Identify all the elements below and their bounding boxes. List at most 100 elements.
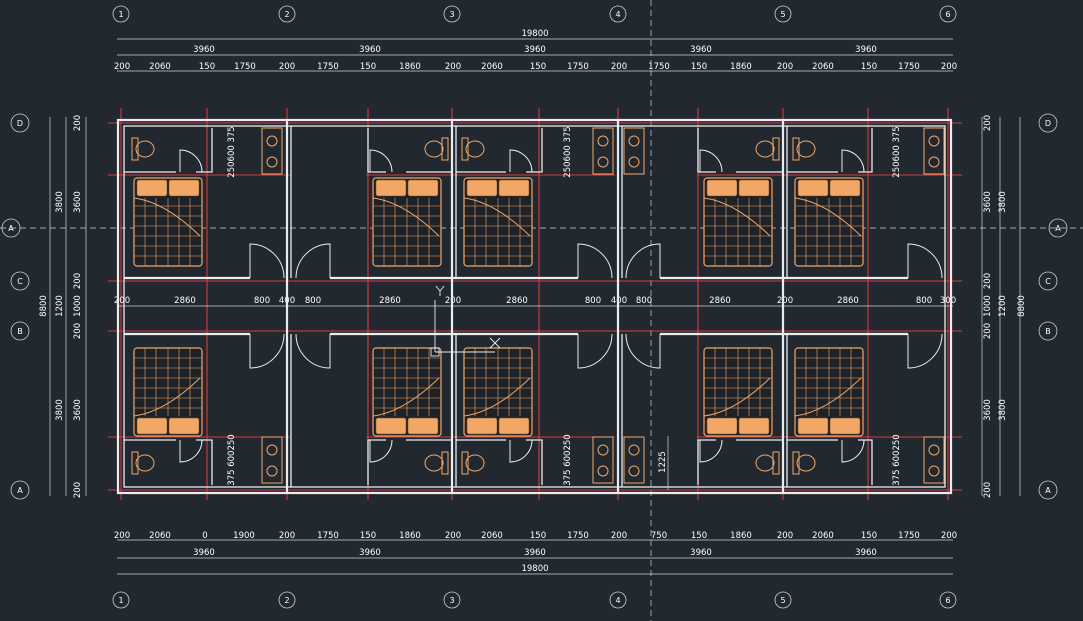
dim-middle: 800	[254, 296, 270, 306]
dim-bath-upper-2: 250600 375	[563, 126, 573, 177]
dim-left-outer: 3800	[55, 399, 65, 421]
dim-bottom-detail: 200	[279, 531, 295, 541]
dim-bottom-detail: 150	[861, 531, 877, 541]
dim-top-detail: 1750	[898, 62, 920, 72]
grid-label-top-3: 3	[449, 10, 454, 19]
dim-bottom-detail: 1750	[898, 531, 920, 541]
bed-bottom-1	[133, 347, 203, 437]
dim-left-outer: 3800	[55, 191, 65, 213]
grid-label-right-a: A	[1045, 486, 1051, 495]
dim-right-inner: 1000	[983, 295, 993, 317]
grid-label-left-a-axis: A	[8, 224, 14, 233]
dim-bottom-detail: 1750	[567, 531, 589, 541]
grid-label-right-a-axis: A	[1055, 224, 1061, 233]
grid-label-top-6: 6	[945, 10, 950, 19]
dim-middle: 800	[305, 296, 321, 306]
dim-top-detail: 1860	[730, 62, 752, 72]
dim-left-outer: 1200	[55, 295, 65, 317]
dim-top-detail: 200	[941, 62, 957, 72]
dim-middle: 2860	[174, 296, 196, 306]
grid-bubbles-right: D A C B A	[1038, 113, 1068, 500]
grid-label-bottom-2: 2	[284, 596, 289, 605]
dim-top-bay-2: 3960	[359, 45, 381, 55]
dim-right-outer: 1200	[998, 295, 1008, 317]
ucs-cursor-icon	[430, 285, 501, 357]
bed-bottom-5	[794, 347, 864, 437]
grid-label-bottom-1: 1	[118, 596, 123, 605]
grid-label-right-b: B	[1045, 327, 1051, 336]
grid-label-top-5: 5	[780, 10, 785, 19]
grid-label-left-b: B	[17, 327, 23, 336]
bed-bottom-4	[703, 347, 773, 437]
dim-bottom-detail: 1860	[399, 531, 421, 541]
dim-bottom-detail: 200	[611, 531, 627, 541]
bed-top-2	[372, 177, 442, 267]
dim-top-detail: 200	[114, 62, 130, 72]
dim-top-detail: 200	[611, 62, 627, 72]
dim-bottom-detail: 1750	[317, 531, 339, 541]
grid-label-top-1: 1	[118, 10, 123, 19]
dim-middle: 2860	[837, 296, 859, 306]
dim-top-detail: 1750	[317, 62, 339, 72]
dim-top-detail: 2060	[149, 62, 171, 72]
dim-top-bay-5: 3960	[855, 45, 877, 55]
grid-label-bottom-3: 3	[449, 596, 454, 605]
grid-label-top-2: 2	[284, 10, 289, 19]
dimensions-middle: 200 2860 800 400 800 2860 200 2860 800 4…	[114, 296, 956, 307]
dim-left-inner: 1000	[73, 295, 83, 317]
dimensions-bottom: 19800 3960 3960 3960 3960 3960 200 2060 …	[114, 531, 957, 575]
dim-right-inner: 3600	[983, 191, 993, 213]
grid-label-right-c: C	[1045, 277, 1051, 286]
dim-bottom-bay-5: 3960	[855, 548, 877, 558]
dim-bath-lower-1: 375 600250	[227, 434, 237, 485]
dim-top-detail: 1750	[234, 62, 256, 72]
dim-bottom-detail: 2060	[481, 531, 503, 541]
dim-left-inner: 3600	[73, 191, 83, 213]
grid-label-left-a: A	[17, 486, 23, 495]
dim-bottom-detail: 2060	[149, 531, 171, 541]
dimensions-top: 19800 3960 3960 3960 3960 3960 200 2060 …	[114, 29, 957, 72]
dim-bottom-detail: 1900	[233, 531, 255, 541]
dim-bath-lower-3: 375 600250	[892, 434, 902, 485]
bed-top-5	[794, 177, 864, 267]
dim-right-inner: 200	[983, 115, 993, 131]
dim-top-detail: 150	[360, 62, 376, 72]
dim-middle: 200	[114, 296, 130, 306]
dim-left-inner: 200	[73, 323, 83, 339]
dim-top-detail: 1860	[399, 62, 421, 72]
dim-bottom-detail: 200	[445, 531, 461, 541]
grid-label-bottom-5: 5	[780, 596, 785, 605]
dim-bottom-bay-2: 3960	[359, 548, 381, 558]
dim-top-detail: 2060	[481, 62, 503, 72]
dim-left-inner: 200	[73, 482, 83, 498]
dim-right-total: 8800	[1017, 295, 1027, 317]
dim-middle: 300	[940, 296, 956, 306]
dim-bottom-bay-3: 3960	[524, 548, 546, 558]
dim-top-detail: 200	[279, 62, 295, 72]
grid-bubbles-left: D A C B A	[1, 113, 30, 500]
grid-bubbles-bottom: 1 2 3 4 5 6	[112, 591, 957, 609]
dim-right-outer: 3800	[998, 191, 1008, 213]
dim-left-inner: 3600	[73, 399, 83, 421]
dim-middle: 2860	[379, 296, 401, 306]
dim-bottom-detail: 200	[777, 531, 793, 541]
dim-top-detail: 150	[530, 62, 546, 72]
dim-top-detail: 2060	[812, 62, 834, 72]
dim-right-inner: 200	[983, 323, 993, 339]
grid-label-bottom-6: 6	[945, 596, 950, 605]
bed-top-4	[703, 177, 773, 267]
dim-right-outer: 3800	[998, 399, 1008, 421]
grid-label-left-d: D	[17, 119, 23, 128]
dim-left-inner: 200	[73, 273, 83, 289]
dim-top-total: 19800	[521, 29, 548, 39]
dim-middle: 200	[777, 296, 793, 306]
grid-label-top-4: 4	[615, 10, 620, 19]
dim-bottom-total: 19800	[521, 564, 548, 574]
dim-top-bay-3: 3960	[524, 45, 546, 55]
dim-middle: 800	[916, 296, 932, 306]
dim-left-total: 8800	[39, 295, 49, 317]
dim-bottom-detail: 150	[530, 531, 546, 541]
dim-top-detail: 150	[199, 62, 215, 72]
dim-left-inner: 200	[73, 115, 83, 131]
dim-top-bay-4: 3960	[690, 45, 712, 55]
